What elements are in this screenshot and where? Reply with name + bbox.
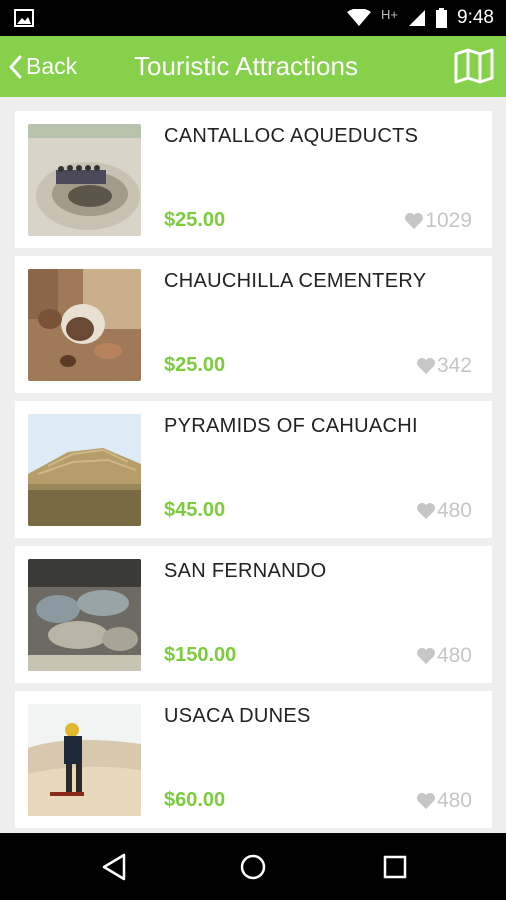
attraction-card[interactable]: SAN FERNANDO $150.00 480 [15,546,492,683]
heart-icon [405,213,424,229]
heart-icon [416,793,435,809]
attraction-name: USACA DUNES [164,705,311,727]
recents-nav-icon[interactable] [380,852,410,882]
attraction-photo [28,269,141,381]
status-time: 9:48 [457,7,494,28]
likes-count: 342 [436,354,472,377]
likes-count: 480 [436,644,472,667]
heart-icon [416,358,435,374]
like-button[interactable]: 480 [416,499,472,523]
home-nav-icon[interactable] [238,852,268,882]
wifi-icon [347,9,372,26]
back-label: Back [26,53,78,79]
status-icons: H+ 9:48 [347,0,494,36]
attraction-card[interactable]: CHAUCHILLA CEMENTERY $25.00 342 [15,256,492,393]
attraction-card[interactable]: CANTALLOC AQUEDUCTS $25.00 1029 [15,111,492,248]
attraction-photo [28,559,141,671]
heart-icon [416,648,435,664]
navigation-bar [0,833,506,900]
attraction-name: CANTALLOC AQUEDUCTS [164,125,419,147]
attraction-price: $45.00 [164,499,226,521]
like-button[interactable]: 342 [416,354,472,378]
battery-icon [436,8,448,28]
attraction-card[interactable]: USACA DUNES $60.00 480 [15,691,492,828]
signal-icon [409,10,426,26]
back-nav-icon[interactable] [100,852,130,882]
attractions-list[interactable]: CANTALLOC AQUEDUCTS $25.00 1029 CHAUCHIL… [0,97,506,833]
attraction-price: $60.00 [164,789,226,811]
likes-count: 1029 [425,209,472,232]
network-type: H+ [381,6,399,22]
like-button[interactable]: 480 [416,789,472,813]
attraction-name: PYRAMIDS OF CAHUACHI [164,415,418,437]
heart-icon [416,503,435,519]
attraction-card[interactable]: PYRAMIDS OF CAHUACHI $45.00 480 [15,401,492,538]
likes-count: 480 [436,789,472,812]
attraction-price: $25.00 [164,209,226,231]
attraction-photo [28,704,141,816]
attraction-price: $25.00 [164,354,226,376]
likes-count: 480 [436,499,472,522]
map-icon[interactable] [454,48,494,84]
chevron-left-icon [9,55,22,78]
like-button[interactable]: 1029 [404,209,472,233]
image-notification-icon [14,9,34,27]
attraction-photo [28,124,141,236]
back-button[interactable]: Back [8,36,77,97]
app-bar: Back Touristic Attractions [0,36,506,97]
like-button[interactable]: 480 [416,644,472,668]
page-title: Touristic Attractions [134,51,358,81]
status-bar: H+ 9:48 [0,0,506,36]
attraction-photo [28,414,141,526]
attraction-price: $150.00 [164,644,237,666]
attraction-name: CHAUCHILLA CEMENTERY [164,270,427,292]
attraction-name: SAN FERNANDO [164,560,327,582]
